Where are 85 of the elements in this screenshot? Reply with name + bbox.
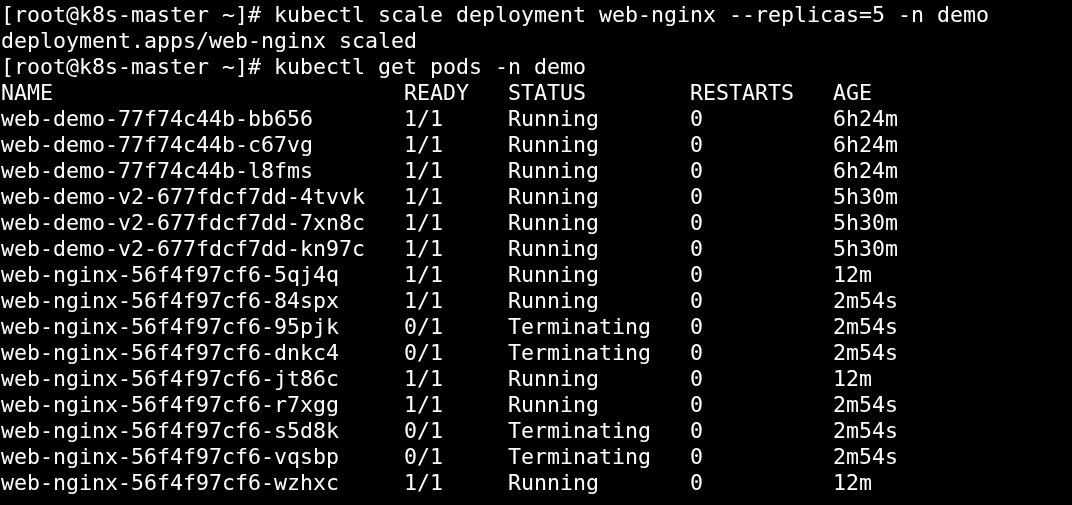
column-header: AGE — [833, 80, 873, 105]
output-text: deployment.apps/web-nginx scaled — [1, 28, 418, 54]
pod-name-text: web-nginx-56f4f97cf6-5qj4q — [1, 262, 339, 287]
pod-ready-text: 1/1 — [404, 392, 444, 417]
pod-age-text: 2m54s — [833, 288, 899, 313]
pod-name-text: web-demo-77f74c44b-l8fms — [1, 158, 313, 183]
pod-name-text: web-demo-77f74c44b-c67vg — [1, 132, 313, 157]
pod-status-text: Terminating — [508, 340, 652, 365]
pod-restarts-text: 0 — [690, 158, 704, 183]
pod-restarts-text: 0 — [690, 262, 704, 287]
pod-restarts-text: 0 — [690, 236, 704, 261]
pod-name-text: web-nginx-56f4f97cf6-dnkc4 — [1, 340, 339, 365]
pod-name-text: web-nginx-56f4f97cf6-84spx — [1, 288, 339, 313]
pod-age-text: 2m54s — [833, 392, 899, 417]
pod-ready-text: 0/1 — [404, 418, 444, 443]
pod-name-text: web-demo-v2-677fdcf7dd-7xn8c — [1, 210, 365, 235]
pod-status-text: Running — [508, 236, 600, 261]
pod-restarts-text: 0 — [690, 314, 704, 339]
pod-name-text: web-demo-77f74c44b-bb656 — [1, 106, 313, 131]
pod-restarts-text: 0 — [690, 184, 704, 209]
pod-age-text: 5h30m — [833, 210, 899, 235]
pod-name-text: web-nginx-56f4f97cf6-jt86c — [1, 366, 339, 391]
pod-restarts-text: 0 — [690, 132, 704, 157]
pod-status-text: Running — [508, 132, 600, 157]
column-header: NAME — [1, 80, 53, 105]
pod-status-text: Running — [508, 470, 600, 495]
pod-ready-text: 1/1 — [404, 132, 444, 157]
pod-name-text: web-nginx-56f4f97cf6-95pjk — [1, 314, 339, 339]
pod-restarts-text: 0 — [690, 392, 704, 417]
pod-name-text: web-nginx-56f4f97cf6-vqsbp — [1, 444, 339, 469]
column-header: READY — [404, 80, 470, 105]
pod-name-text: web-demo-v2-677fdcf7dd-kn97c — [1, 236, 365, 261]
pod-status-text: Running — [508, 210, 600, 235]
pod-age-text: 6h24m — [833, 158, 899, 183]
pod-name-text: web-nginx-56f4f97cf6-wzhxc — [1, 470, 339, 495]
pod-ready-text: 0/1 — [404, 314, 444, 339]
pod-ready-text: 0/1 — [404, 340, 444, 365]
pod-age-text: 12m — [833, 470, 873, 495]
pod-status-text: Running — [508, 106, 600, 131]
column-header: STATUS — [508, 80, 587, 105]
pod-status-text: Terminating — [508, 314, 652, 339]
pod-restarts-text: 0 — [690, 418, 704, 443]
pod-restarts-text: 0 — [690, 366, 704, 391]
pod-ready-text: 0/1 — [404, 444, 444, 469]
pod-ready-text: 1/1 — [404, 236, 444, 261]
pod-restarts-text: 0 — [690, 340, 704, 365]
pod-ready-text: 1/1 — [404, 184, 444, 209]
pod-status-text: Running — [508, 288, 600, 313]
pod-ready-text: 1/1 — [404, 470, 444, 495]
pod-restarts-text: 0 — [690, 210, 704, 235]
pod-ready-text: 1/1 — [404, 262, 444, 287]
shell-prompt: [root@k8s-master ~]# — [1, 2, 261, 28]
command-text: kubectl get pods -n demo — [273, 54, 587, 80]
pod-status-text: Running — [508, 184, 600, 209]
pod-restarts-text: 0 — [690, 470, 704, 495]
pod-name-text: web-demo-v2-677fdcf7dd-4tvvk — [1, 184, 365, 209]
pod-status-text: Terminating — [508, 444, 652, 469]
pod-status-text: Running — [508, 392, 600, 417]
pod-age-text: 2m54s — [833, 444, 899, 469]
pod-ready-text: 1/1 — [404, 210, 444, 235]
pod-status-text: Terminating — [508, 418, 652, 443]
pod-age-text: 5h30m — [833, 184, 899, 209]
pod-restarts-text: 0 — [690, 288, 704, 313]
pod-ready-text: 1/1 — [404, 366, 444, 391]
pod-restarts-text: 0 — [690, 444, 704, 469]
pod-status-text: Running — [508, 262, 600, 287]
pod-age-text: 12m — [833, 366, 873, 391]
shell-prompt: [root@k8s-master ~]# — [1, 54, 261, 80]
pod-status-text: Running — [508, 158, 600, 183]
pod-ready-text: 1/1 — [404, 158, 444, 183]
pod-ready-text: 1/1 — [404, 106, 444, 131]
pod-age-text: 12m — [833, 262, 873, 287]
pod-age-text: 2m54s — [833, 418, 899, 443]
pod-age-text: 5h30m — [833, 236, 899, 261]
pod-name-text: web-nginx-56f4f97cf6-r7xgg — [1, 392, 339, 417]
command-text: kubectl scale deployment web-nginx --replicas=5 -n demo — [273, 2, 990, 28]
pod-name-text: web-nginx-56f4f97cf6-s5d8k — [1, 418, 339, 443]
pod-ready-text: 1/1 — [404, 288, 444, 313]
pod-age-text: 2m54s — [833, 314, 899, 339]
pod-age-text: 2m54s — [833, 340, 899, 365]
pod-age-text: 6h24m — [833, 106, 899, 131]
column-header: RESTARTS — [690, 80, 795, 105]
pod-age-text: 6h24m — [833, 132, 899, 157]
pod-restarts-text: 0 — [690, 106, 704, 131]
pod-status-text: Running — [508, 366, 600, 391]
